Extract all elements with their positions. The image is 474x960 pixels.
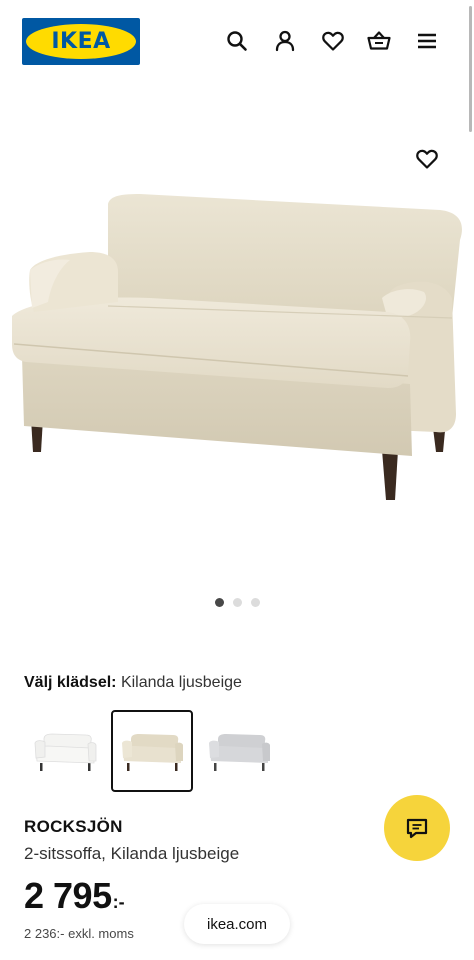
- product-image[interactable]: [0, 130, 474, 530]
- url-text: ikea.com: [206, 915, 268, 933]
- price-suffix: :-: [112, 892, 125, 912]
- carousel-dot-1[interactable]: [214, 598, 224, 607]
- upholstery-label: Välj klädsel:: [24, 674, 117, 691]
- price-excl-vat: 2 236:- exkl. moms: [24, 926, 134, 941]
- browser-url-bar[interactable]: ikea.com: [184, 904, 290, 944]
- menu-icon[interactable]: [414, 28, 440, 54]
- upholstery-value: Kilanda ljusbeige: [120, 674, 242, 691]
- price: 2 795 :-: [24, 876, 125, 916]
- upholstery-swatches: [24, 710, 284, 792]
- logo-text: IKEA: [51, 29, 111, 54]
- page-scrollbar[interactable]: [469, 6, 472, 132]
- ikea-logo[interactable]: IKEA: [22, 18, 140, 65]
- heart-icon[interactable]: [320, 28, 346, 54]
- price-amount: 2 795: [24, 875, 112, 916]
- basket-icon[interactable]: [366, 28, 392, 54]
- carousel-dot-2[interactable]: [232, 598, 242, 607]
- swatch-beige-sofa[interactable]: [111, 710, 193, 792]
- chat-icon: [406, 818, 428, 839]
- carousel-dot-3[interactable]: [250, 598, 260, 607]
- product-description: 2-sitssoffa, Kilanda ljusbeige: [24, 844, 240, 863]
- user-icon[interactable]: [272, 28, 298, 54]
- search-icon[interactable]: [224, 28, 250, 54]
- swatch-grey-sofa[interactable]: [198, 710, 280, 792]
- image-carousel-dots: [0, 598, 474, 607]
- upholstery-selector-label: Välj klädsel: Kilanda ljusbeige: [24, 674, 242, 692]
- logo-oval: IKEA: [26, 24, 136, 59]
- header: IKEA: [0, 0, 474, 80]
- swatch-white-sofa[interactable]: [24, 710, 106, 792]
- chat-button[interactable]: [384, 795, 450, 861]
- product-name: ROCKSJÖN: [24, 817, 123, 836]
